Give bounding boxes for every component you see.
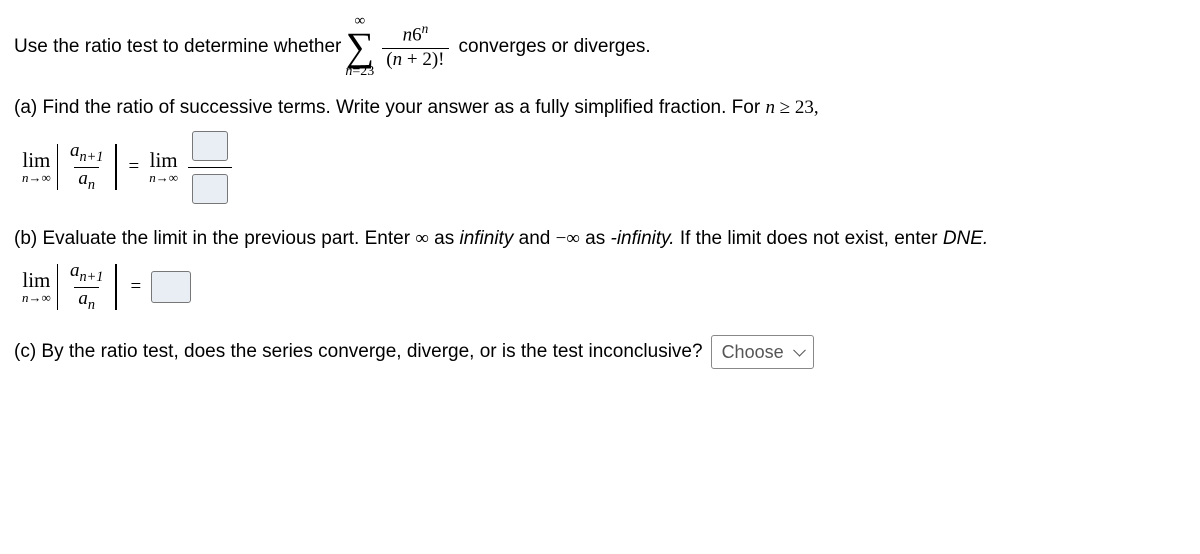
series-denominator: (n + 2)! [382,48,448,71]
equals-sign-a1: = [129,156,140,178]
ratio-fraction-left: an+1 an [66,141,107,193]
fraction-bar-icon [188,167,232,168]
part-a-denominator-input[interactable] [192,174,228,204]
part-c-select[interactable]: Choose [711,335,814,369]
abs-bar-left-2 [115,144,116,190]
series-term: n6n (n + 2)! [382,22,448,70]
part-c-select-wrap: Choose [711,335,814,369]
part-b-equation: lim n→∞ an+1 an = [20,261,1186,313]
part-c-row: (c) By the ratio test, does the series c… [14,335,1186,369]
part-a-answer-fraction [188,131,232,204]
part-b-answer-input[interactable] [151,271,191,303]
summation-symbol: ∞ ∑ n=23 [345,14,374,79]
part-a-prompt: (a) Find the ratio of successive terms. … [14,95,1186,121]
limit-b: lim n→∞ [22,270,51,304]
ratio-fraction-b: an+1 an [66,261,107,313]
part-a-equation: lim n→∞ an+1 an = lim n→∞ [20,131,1186,204]
abs-bar-left-1 [57,144,58,190]
part-c-prompt: (c) By the ratio test, does the series c… [14,341,703,363]
part-a-numerator-input[interactable] [192,131,228,161]
question-stem: Use the ratio test to determine whether … [14,14,1186,79]
intro-text-pre: Use the ratio test to determine whether [14,36,341,58]
intro-text-post: converges or diverges. [459,36,651,58]
limit-right: lim n→∞ [149,150,178,184]
sum-lower: n=23 [345,65,374,79]
limit-left: lim n→∞ [22,150,51,184]
abs-bar-b-1 [57,264,58,310]
sigma-icon: ∑ [346,29,375,65]
equals-sign-b: = [131,276,142,298]
series-numerator: n6n [399,22,433,47]
part-b-prompt: (b) Evaluate the limit in the previous p… [14,226,1186,252]
abs-bar-b-2 [115,264,116,310]
